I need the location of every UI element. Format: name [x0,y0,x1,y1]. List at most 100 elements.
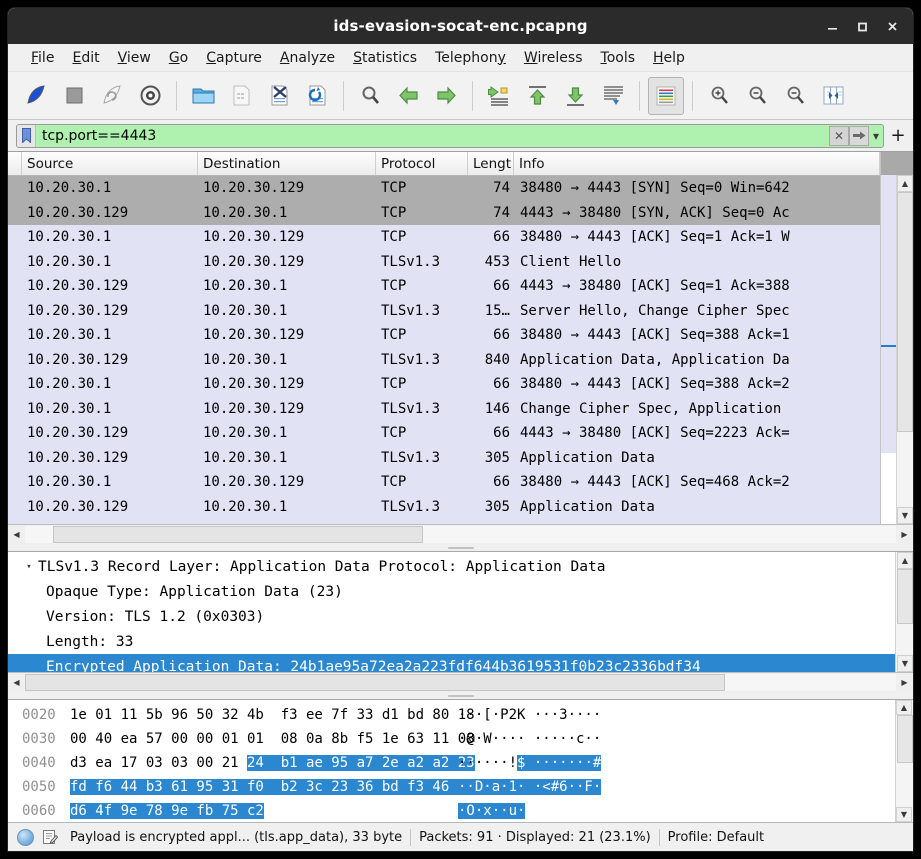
resize-columns-icon[interactable] [815,77,851,115]
add-filter-button[interactable]: + [889,126,907,145]
column-header-length[interactable]: Lengt [468,152,514,175]
bookmark-icon[interactable] [17,124,36,147]
packet-list-hscroll-track[interactable] [25,526,896,543]
column-header-protocol[interactable]: Protocol [376,152,468,175]
pane-splitter-lower[interactable] [8,692,913,699]
menu-wireless[interactable]: Wireless [515,48,592,68]
menu-edit[interactable]: Edit [63,48,108,68]
details-scroll-up-icon[interactable]: ▲ [897,552,913,569]
capture-comment-icon[interactable] [42,829,59,845]
packet-details-hscroll-track[interactable] [25,674,896,691]
toolbar-separator-2 [343,80,344,111]
bytes-scroll-up-icon[interactable]: ▲ [896,700,912,715]
packet-row[interactable]: 10.20.30.1 10.20.30.129 TCP 66 38480 → 4443 … [8,372,880,397]
packet-bytes-scrollbar[interactable]: ▲ ▼ [895,700,913,822]
clear-filter-icon[interactable]: ✕ [829,125,849,146]
hex-dump-row[interactable]: 0050 fd f6 44 b3 61 95 31 f0 b2 3c 23 36 … [8,775,895,799]
hex-dump-row[interactable]: 0060 d6 4f 9e 78 9e fb 75 c2 ·O·x··u· [8,799,895,822]
scroll-down-arrow-icon[interactable]: ▼ [897,507,913,524]
zoom-reset-icon[interactable] [777,77,813,115]
packet-details-hscrollbar[interactable]: ◀ ▶ [8,672,913,692]
auto-scroll-icon[interactable] [595,77,631,115]
display-filter-value[interactable]: tcp.port==4443 [36,128,829,144]
save-file-icon[interactable] [223,77,259,115]
bytes-scroll-thumb[interactable] [897,715,913,763]
menu-statistics[interactable]: Statistics [344,48,426,68]
reload-file-icon[interactable] [299,77,335,115]
packet-row[interactable]: 10.20.30.129 10.20.30.1 TLSv1.3 840 Applicat… [8,347,880,372]
packet-row[interactable]: 10.20.30.1 10.20.30.129 TLSv1.3 146 Change C… [8,396,880,421]
detail-row-selected[interactable]: Encrypted Application Data: 24b1ae95a72e… [8,654,895,672]
packet-list-hscrollbar[interactable]: ◀ ▶ [8,524,913,544]
packet-row[interactable]: 10.20.30.129 10.20.30.1 TLSv1.3 15… Server H… [8,298,880,323]
main-toolbar [8,72,913,120]
packet-list-scroll-thumb[interactable] [897,192,913,432]
apply-filter-icon[interactable] [849,125,869,146]
menu-help[interactable]: Help [644,48,694,68]
go-first-packet-icon[interactable] [519,77,555,115]
open-file-icon[interactable] [185,77,221,115]
hex-dump-row[interactable]: 0030 00 40 ea 57 00 00 01 01 08 0a 8b f5 … [8,727,895,751]
find-packet-icon[interactable] [352,77,388,115]
go-forward-icon[interactable] [428,77,464,115]
capture-options-icon[interactable] [132,77,168,115]
display-filter-input[interactable]: tcp.port==4443 ✕ ▾ [16,123,884,148]
menu-telephony[interactable]: Telephony [426,48,515,68]
colorize-packets-icon[interactable] [648,76,684,115]
packet-row[interactable]: 10.20.30.129 10.20.30.1 TCP 74 4443 → 38480 … [8,200,880,225]
close-button[interactable] [877,13,907,39]
menu-capture[interactable]: Capture [197,48,271,68]
column-header-source[interactable]: Source [22,152,198,175]
zoom-out-icon[interactable] [739,77,775,115]
close-file-icon[interactable] [261,77,297,115]
packet-row[interactable]: 10.20.30.129 10.20.30.1 TLSv1.3 305 Applicat… [8,494,880,519]
packet-row[interactable]: 10.20.30.1 10.20.30.129 TCP 74 38480 → 4443 … [8,176,880,201]
details-scroll-thumb[interactable] [897,569,913,624]
details-hscroll-left-icon[interactable]: ◀ [8,674,25,691]
zoom-in-icon[interactable] [701,77,737,115]
packet-details-hscroll-thumb[interactable] [25,674,725,691]
detail-row[interactable]: ▾ TLSv1.3 Record Layer: Application Data … [8,554,895,579]
hex-dump-row[interactable]: 0020 1e 01 11 5b 96 50 32 4b f3 ee 7f 33 … [8,703,895,727]
filter-dropdown-icon[interactable]: ▾ [869,126,883,146]
packet-row[interactable]: 10.20.30.1 10.20.30.129 TLSv1.3 453 Client H… [8,249,880,274]
detail-row[interactable]: Length: 33 [8,629,895,654]
packet-details-scrollbar[interactable]: ▲ ▼ [895,552,913,672]
menu-file[interactable]: File [22,48,63,68]
expand-triangle-icon[interactable]: ▾ [22,562,36,572]
packet-row[interactable]: 10.20.30.129 10.20.30.1 TCP 66 4443 → 38480 … [8,274,880,299]
maximize-button[interactable] [847,13,877,39]
stop-capture-icon[interactable] [56,77,92,115]
scroll-up-arrow-icon[interactable]: ▲ [897,175,913,192]
packet-row[interactable]: 10.20.30.1 10.20.30.129 TCP 66 38480 → 4443 … [8,225,880,250]
column-header-info[interactable]: Info [514,152,880,175]
menu-go[interactable]: Go [160,48,197,68]
hex-dump-row[interactable]: 0040 d3 ea 17 03 03 00 21 24 b1 ae 95 a7 … [8,751,895,775]
go-last-packet-icon[interactable] [557,77,593,115]
details-scroll-down-icon[interactable]: ▼ [897,655,913,672]
packet-list-hscroll-thumb[interactable] [53,526,423,543]
packet-row[interactable]: 10.20.30.1 10.20.30.129 TCP 66 38480 → 4443 … [8,323,880,348]
bytes-scroll-down-icon[interactable]: ▼ [896,807,912,822]
start-capture-icon[interactable] [18,77,54,115]
go-to-packet-icon[interactable] [481,77,517,115]
go-back-icon[interactable] [390,77,426,115]
packet-list-scrollbar[interactable]: ▲ ▼ [880,152,913,524]
status-profile[interactable]: Profile: Default [668,830,764,845]
menu-view[interactable]: View [109,48,160,68]
expert-info-icon[interactable] [17,828,34,846]
menu-tools[interactable]: Tools [592,48,645,68]
details-hscroll-right-icon[interactable]: ▶ [896,674,913,691]
menu-analyze[interactable]: Analyze [271,48,344,68]
minimize-button[interactable] [817,13,847,39]
packet-row[interactable]: 10.20.30.129 10.20.30.1 TCP 66 4443 → 38480 … [8,421,880,446]
restart-capture-icon[interactable] [94,77,130,115]
packet-row[interactable]: 10.20.30.129 10.20.30.1 TLSv1.3 305 Applicat… [8,445,880,470]
detail-row[interactable]: Opaque Type: Application Data (23) [8,579,895,604]
packet-row[interactable]: 10.20.30.1 10.20.30.129 TCP 66 38480 → 4443 … [8,470,880,495]
hscroll-left-arrow-icon[interactable]: ◀ [8,526,25,543]
detail-row[interactable]: Version: TLS 1.2 (0x0303) [8,604,895,629]
pane-splitter-upper[interactable] [8,544,913,551]
column-header-destination[interactable]: Destination [198,152,376,175]
hscroll-right-arrow-icon[interactable]: ▶ [896,526,913,543]
